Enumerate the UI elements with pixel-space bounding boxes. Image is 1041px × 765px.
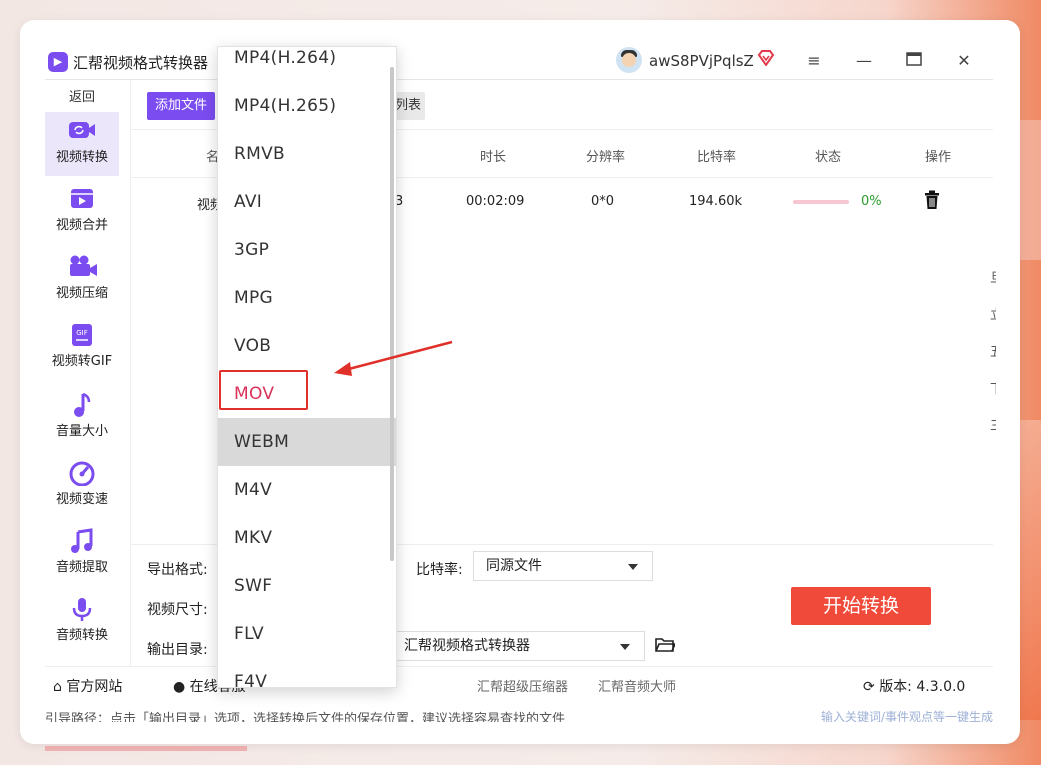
background-underline [45, 746, 247, 751]
sidebar-item-label: 音频提取 [55, 560, 108, 575]
sidebar-item-label: 视频压缩 [55, 286, 108, 301]
sidebar-item-label: 音频转换 [55, 628, 108, 643]
cell-duration: 00:02:09 [466, 194, 525, 209]
progress-percent: 0% [861, 194, 882, 209]
sidebar-item-video-convert[interactable]: 视频转换 [45, 112, 119, 176]
format-option[interactable]: FLV [218, 610, 396, 658]
app-window: ▶ 汇帮视频格式转换器 awS8PVjPqlsZ ≡ — ✕ 返回 视频转换 视… [45, 44, 996, 722]
format-option[interactable]: MP4(H.265) [218, 82, 396, 130]
compressor-link[interactable]: 汇帮超级压缩器 [477, 676, 568, 695]
format-option[interactable]: M4V [218, 466, 396, 514]
bitrate-select-value: 同源文件 [486, 558, 542, 574]
footer: ⌂ 官方网站 ● 在线客服 汇帮超级压缩器 汇帮音频大师 ⟳ 版本: 4.3.0… [45, 666, 993, 700]
speedometer-icon [67, 460, 97, 487]
header-action: 操作 [925, 150, 952, 165]
format-option[interactable]: F4V [218, 658, 396, 687]
title-bar: ▶ 汇帮视频格式转换器 awS8PVjPqlsZ ≡ — ✕ [45, 44, 993, 80]
add-file-button[interactable]: 添加文件 [147, 92, 215, 120]
audio-extract-icon [67, 528, 97, 554]
version-label: 版本: [879, 679, 912, 695]
header-resolution: 分辨率 [586, 150, 626, 165]
bitrate-label: 比特率: [416, 562, 463, 578]
maximize-icon[interactable] [903, 50, 925, 72]
start-convert-button[interactable]: 开始转换 [791, 587, 931, 625]
sidebar-item-audio-extract[interactable]: 音频提取 [45, 522, 119, 586]
video-compress-icon [67, 254, 97, 280]
output-dir-label: 输出目录: [147, 642, 208, 658]
refresh-icon[interactable]: ⟳ [863, 679, 875, 695]
output-dir-value: 汇帮视频格式转换器 [404, 638, 530, 654]
format-option[interactable]: AVI [218, 178, 396, 226]
hint-right: 输入关键词/事件观点等一键生成 [820, 710, 993, 722]
cell-resolution: 0*0 [591, 194, 615, 209]
app-title: 汇帮视频格式转换器 [73, 54, 209, 72]
sidebar-item-label: 音量大小 [55, 424, 108, 439]
dropdown-scrollbar[interactable] [390, 67, 394, 561]
svg-text:GIF: GIF [76, 329, 88, 337]
output-dir-select[interactable]: 汇帮视频格式转换器 [391, 631, 645, 661]
format-option[interactable]: VOB [218, 322, 396, 370]
format-option[interactable]: MKV [218, 514, 396, 562]
audio-master-link[interactable]: 汇帮音频大师 [598, 676, 676, 695]
avatar[interactable] [616, 47, 642, 73]
version-number: 4.3.0.0 [916, 679, 966, 695]
sidebar-item-video-merge[interactable]: 视频合并 [45, 180, 119, 244]
back-button[interactable]: 返回 [45, 86, 119, 105]
sidebar-item-label: 视频转GIF [51, 354, 113, 369]
video-convert-icon [67, 118, 97, 144]
close-icon[interactable]: ✕ [953, 50, 975, 72]
chevron-down-icon [628, 564, 638, 570]
version-info: ⟳ 版本: 4.3.0.0 [863, 676, 965, 696]
chevron-down-icon [620, 644, 630, 650]
format-option[interactable]: MP4(H.264) [218, 47, 396, 82]
sidebar-item-label: 视频变速 [55, 492, 108, 507]
video-size-label: 视频尺寸: [147, 602, 208, 618]
format-option[interactable]: SWF [218, 562, 396, 610]
hint-text: 引导路径：点击「输出目录」选项，选择转换后文件的保存位置，建议选择容易查找的文件… [45, 708, 993, 722]
user-icon: ● [173, 679, 186, 695]
export-format-label: 导出格式: [147, 562, 208, 578]
hint-left: 引导路径：点击「输出目录」选项，选择转换后文件的保存位置，建议选择容易查找的文件 [45, 712, 566, 722]
video-merge-icon [67, 186, 97, 212]
header-bitrate: 比特率 [697, 150, 737, 165]
minimize-icon[interactable]: — [853, 50, 875, 72]
sidebar-item-label: 视频合并 [55, 218, 108, 233]
music-note-icon [67, 392, 97, 418]
sidebar-item-video-compress[interactable]: 视频压缩 [45, 248, 119, 312]
video-convert-logo-icon: ▶ [48, 52, 68, 72]
format-option[interactable]: MPG [218, 274, 396, 322]
official-site-link[interactable]: ⌂ 官方网站 [53, 676, 122, 696]
trash-icon[interactable] [923, 190, 941, 210]
header-duration: 时长 [480, 150, 507, 165]
diamond-icon[interactable] [757, 50, 775, 70]
username[interactable]: awS8PVjPqlsZ [649, 52, 754, 70]
bitrate-select[interactable]: 同源文件 [473, 551, 653, 581]
home-icon: ⌂ [53, 679, 62, 695]
header-status: 状态 [815, 150, 842, 165]
clipped-side-text: 旦立五下三 [990, 260, 996, 445]
sidebar: 返回 视频转换 视频合并 视频压缩 GIF 视频转GIF 音量大小 视频变速 音… [45, 80, 131, 666]
sidebar-item-label: 视频转换 [55, 150, 108, 165]
sidebar-item-volume[interactable]: 音量大小 [45, 386, 119, 450]
folder-icon[interactable] [655, 637, 677, 653]
microphone-icon [67, 596, 97, 622]
official-site-label: 官方网站 [66, 679, 123, 695]
sidebar-item-audio-convert[interactable]: 音频转换 [45, 590, 119, 654]
sidebar-item-video-speed[interactable]: 视频变速 [45, 454, 119, 518]
format-option[interactable]: WEBM [218, 418, 396, 466]
progress-bar [793, 200, 849, 204]
sidebar-item-video-gif[interactable]: GIF 视频转GIF [45, 316, 119, 380]
format-option[interactable]: RMVB [218, 130, 396, 178]
format-dropdown[interactable]: F4V FLV SWF MKV M4V WEBM MOV VOB MPG 3GP AVI RMVB MP… [217, 46, 397, 688]
annotation-highlight-box [219, 370, 308, 410]
menu-icon[interactable]: ≡ [803, 50, 825, 72]
format-option[interactable]: 3GP [218, 226, 396, 274]
gif-icon: GIF [67, 322, 97, 348]
cell-bitrate: 194.60k [689, 194, 743, 209]
